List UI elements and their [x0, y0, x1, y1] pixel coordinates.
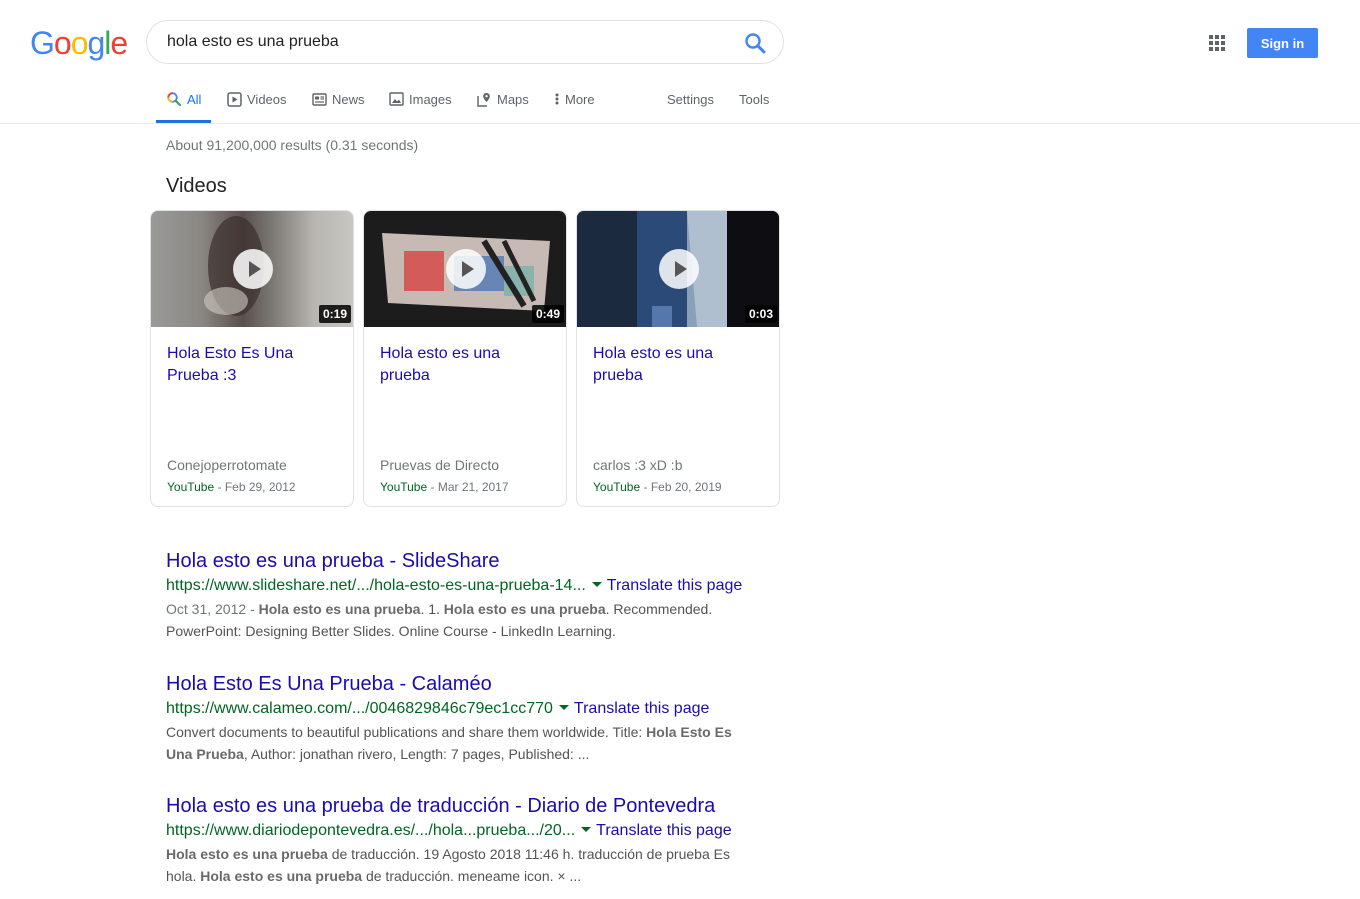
video-thumbnail: 0:19: [151, 211, 353, 327]
result-snippet: Convert documents to beautiful publicati…: [166, 721, 756, 765]
search-button[interactable]: [743, 31, 767, 55]
video-date: - Feb 20, 2019: [640, 480, 722, 494]
video-source: YouTube - Feb 20, 2019: [593, 480, 722, 494]
tab-more[interactable]: More: [554, 76, 595, 122]
google-logo[interactable]: Google: [30, 25, 128, 61]
result-stats: About 91,200,000 results (0.31 seconds): [166, 137, 419, 153]
search-multicolor-icon: [167, 92, 182, 107]
tab-label: All: [187, 91, 202, 107]
video-duration: 0:49: [531, 305, 564, 323]
play-icon: [446, 249, 486, 289]
snippet-text: Hola esto es una prueba: [443, 601, 606, 617]
video-icon: [227, 91, 242, 107]
video-source-site: YouTube: [380, 480, 428, 494]
video-date: - Feb 29, 2012: [214, 480, 296, 494]
tab-all[interactable]: All: [155, 76, 213, 123]
tab-maps[interactable]: Maps: [477, 76, 529, 122]
search-icon: [745, 33, 766, 54]
result-title-link[interactable]: Hola Esto Es Una Prueba - Calaméo: [166, 671, 766, 697]
caret-down-icon[interactable]: [581, 826, 592, 832]
video-card[interactable]: 0:03 Hola esto es una prueba carlos :3 x…: [576, 210, 780, 507]
video-channel: carlos :3 xD :b: [593, 457, 683, 473]
search-input[interactable]: [167, 31, 727, 53]
tools-link[interactable]: Tools: [739, 76, 769, 122]
result-snippet: Oct 31, 2012 - Hola esto es una prueba. …: [166, 598, 756, 642]
video-title[interactable]: Hola esto es una prueba: [380, 343, 550, 387]
video-title[interactable]: Hola Esto Es Una Prueba :3: [167, 343, 337, 387]
result-url: https://www.slideshare.net/.../hola-esto…: [166, 577, 586, 594]
logo-letter: g: [87, 25, 105, 61]
video-card[interactable]: 0:49 Hola esto es una prueba Pruevas de …: [363, 210, 567, 507]
search-result: Hola esto es una prueba de traducción - …: [166, 793, 766, 887]
video-source: YouTube - Mar 21, 2017: [380, 480, 509, 494]
video-title[interactable]: Hola esto es una prueba: [593, 343, 763, 387]
video-source-site: YouTube: [167, 480, 215, 494]
video-duration: 0:03: [744, 305, 777, 323]
result-url-row: https://www.calameo.com/.../0046829846c7…: [166, 698, 766, 720]
tab-label: Videos: [247, 91, 287, 107]
translate-link[interactable]: Translate this page: [596, 822, 731, 839]
google-apps-button[interactable]: [1206, 32, 1228, 54]
result-url-row: https://www.diariodepontevedra.es/.../ho…: [166, 820, 766, 842]
video-duration: 0:19: [318, 305, 351, 323]
video-channel: Conejoperrotomate: [167, 457, 287, 473]
snippet-text: Hola esto es una prueba: [200, 868, 363, 884]
sign-in-button[interactable]: Sign in: [1247, 28, 1318, 58]
snippet-text: Convert documents to beautiful publicati…: [166, 724, 647, 740]
tab-label: News: [332, 91, 365, 107]
videos-heading: Videos: [166, 175, 227, 197]
video-card[interactable]: 0:19 Hola Esto Es Una Prueba :3 Conejope…: [150, 210, 354, 507]
search-result: Hola Esto Es Una Prueba - Calaméo https:…: [166, 671, 766, 765]
snippet-text: . 1.: [420, 601, 444, 617]
caret-down-icon[interactable]: [591, 581, 602, 587]
result-url: https://www.diariodepontevedra.es/.../ho…: [166, 822, 576, 839]
search-result: Hola esto es una prueba - SlideShare htt…: [166, 548, 766, 642]
image-icon: [389, 92, 404, 106]
result-date: Oct 31, 2012 -: [166, 601, 259, 617]
logo-letter: o: [53, 25, 72, 61]
snippet-text: de traducción. meneame icon. × ...: [362, 868, 582, 884]
result-url: https://www.calameo.com/.../0046829846c7…: [166, 700, 553, 717]
tab-videos[interactable]: Videos: [227, 76, 287, 122]
tab-news[interactable]: News: [312, 76, 365, 122]
more-vertical-icon: [555, 93, 559, 105]
map-pin-icon: [477, 92, 490, 107]
result-snippet: Hola esto es una prueba de traducción. 1…: [166, 843, 756, 887]
video-source-site: YouTube: [593, 480, 641, 494]
tab-label: Tools: [739, 91, 770, 107]
tab-images[interactable]: Images: [389, 76, 452, 122]
search-box: [146, 20, 784, 64]
result-title-link[interactable]: Hola esto es una prueba - SlideShare: [166, 548, 766, 574]
logo-letter: G: [30, 25, 55, 61]
result-url-row: https://www.slideshare.net/.../hola-esto…: [166, 575, 766, 597]
play-icon: [659, 249, 699, 289]
snippet-text: Hola esto es una prueba: [258, 601, 421, 617]
settings-link[interactable]: Settings: [667, 76, 714, 122]
news-icon: [312, 92, 327, 106]
tab-label: More: [565, 91, 595, 107]
result-title-link[interactable]: Hola esto es una prueba de traducción - …: [166, 793, 766, 819]
video-thumbnail: 0:49: [364, 211, 566, 327]
snippet-text: , Author: jonathan rivero, Length: 7 pag…: [243, 746, 590, 762]
logo-letter: e: [110, 25, 128, 61]
tab-label: Settings: [667, 91, 714, 107]
snippet-text: Hola esto es una prueba: [166, 846, 328, 862]
caret-down-icon[interactable]: [558, 704, 569, 710]
video-date: - Mar 21, 2017: [427, 480, 509, 494]
logo-letter: o: [70, 25, 89, 61]
tab-label: Maps: [497, 91, 529, 107]
search-tabs: All Videos News Images Maps More Setting…: [0, 76, 1360, 124]
video-source: YouTube - Feb 29, 2012: [167, 480, 296, 494]
tab-label: Images: [409, 91, 452, 107]
play-icon: [233, 249, 273, 289]
apps-grid-icon: [1209, 35, 1225, 51]
translate-link[interactable]: Translate this page: [607, 577, 742, 594]
translate-link[interactable]: Translate this page: [574, 700, 709, 717]
video-channel: Pruevas de Directo: [380, 457, 500, 473]
video-thumbnail: 0:03: [577, 211, 779, 327]
